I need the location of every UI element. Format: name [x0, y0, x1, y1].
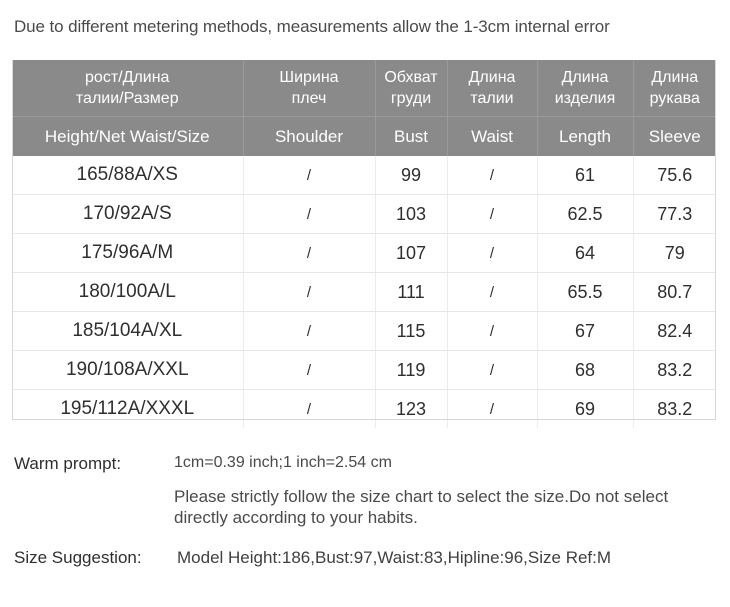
header-waist-ru: Длина талии: [447, 60, 538, 117]
cell-bust: 123: [375, 389, 448, 428]
header-line-1: Ширина: [279, 69, 339, 86]
header-line-1: Длина: [561, 69, 609, 86]
header-bust-en: Bust: [375, 116, 448, 156]
header-line-2: плеч: [291, 90, 327, 107]
size-chart-instruction: Please strictly follow the size chart to…: [174, 487, 669, 527]
unit-conversion-text: 1cm=0.39 inch;1 inch=2.54 cm: [174, 454, 392, 471]
header-line-1: Длина: [651, 69, 699, 86]
cell-shoulder: /: [243, 156, 376, 195]
cell-length: 61: [537, 156, 634, 195]
cell-size: 165/88A/XS: [12, 156, 244, 195]
footer-notes: Warm prompt: 1cm=0.39 inch;1 inch=2.54 c…: [14, 452, 730, 570]
table-row: 165/88A/XS / 99 / 61 75.6: [12, 156, 716, 195]
cell-length: 68: [537, 350, 634, 390]
cell-waist: /: [447, 194, 538, 234]
table-row: 175/96A/M / 107 / 64 79: [12, 233, 716, 273]
cell-shoulder: /: [243, 194, 376, 234]
header-line-1: рост/Длина: [85, 69, 170, 86]
table-header-row-english: Height/Net Waist/Size Shoulder Bust Wais…: [12, 116, 716, 156]
header-shoulder-en: Shoulder: [243, 116, 376, 156]
size-suggestion-row: Size Suggestion: Model Height:186,Bust:9…: [14, 546, 730, 570]
header-line-1: Длина: [468, 69, 516, 86]
cell-size: 180/100A/L: [12, 272, 244, 312]
table-row: 170/92A/S / 103 / 62.5 77.3: [12, 194, 716, 234]
header-line-2: талии/Размер: [75, 90, 179, 107]
cell-length: 64: [537, 233, 634, 273]
header-line-1: Обхват: [384, 69, 438, 86]
warm-prompt-row: Warm prompt: 1cm=0.39 inch;1 inch=2.54 c…: [14, 452, 730, 476]
cell-sleeve: 77.3: [633, 194, 716, 234]
cell-shoulder: /: [243, 311, 376, 351]
cell-size: 190/108A/XXL: [12, 350, 244, 390]
header-sleeve-ru: Длина рукава: [633, 60, 716, 117]
cell-bust: 111: [375, 272, 448, 312]
cell-sleeve: 80.7: [633, 272, 716, 312]
header-sleeve-en: Sleeve: [633, 116, 716, 156]
table-row: 190/108A/XXL / 119 / 68 83.2: [12, 350, 716, 390]
cell-length: 62.5: [537, 194, 634, 234]
cell-shoulder: /: [243, 233, 376, 273]
header-waist-en: Waist: [447, 116, 538, 156]
cell-sleeve: 83.2: [633, 389, 716, 428]
cell-waist: /: [447, 389, 538, 428]
header-height-waist-size-ru: рост/Длина талии/Размер: [12, 60, 244, 117]
cell-bust: 99: [375, 156, 448, 195]
cell-size: 195/112A/XXXL: [12, 389, 244, 428]
cell-length: 67: [537, 311, 634, 351]
header-line-2: талии: [470, 90, 514, 107]
header-height-waist-size-en: Height/Net Waist/Size: [12, 116, 244, 156]
cell-shoulder: /: [243, 389, 376, 428]
cell-waist: /: [447, 350, 538, 390]
cell-waist: /: [447, 156, 538, 195]
size-suggestion-value: Model Height:186,Bust:97,Waist:83,Hiplin…: [177, 548, 612, 567]
header-length-ru: Длина изделия: [537, 60, 634, 117]
table-row: 195/112A/XXXL / 123 / 69 83.2: [12, 389, 716, 428]
cell-sleeve: 83.2: [633, 350, 716, 390]
size-chart-table: рост/Длина талии/Размер Ширина плеч Обхв…: [12, 60, 716, 428]
cell-sleeve: 79: [633, 233, 716, 273]
cell-size: 185/104A/XL: [12, 311, 244, 351]
table-header-row-russian: рост/Длина талии/Размер Ширина плеч Обхв…: [12, 60, 716, 117]
table-row: 185/104A/XL / 115 / 67 82.4: [12, 311, 716, 351]
cell-waist: /: [447, 311, 538, 351]
cell-shoulder: /: [243, 350, 376, 390]
header-line-2: рукава: [649, 90, 700, 107]
cell-bust: 119: [375, 350, 448, 390]
cell-length: 69: [537, 389, 634, 428]
cell-shoulder: /: [243, 272, 376, 312]
cell-size: 175/96A/M: [12, 233, 244, 273]
cell-size: 170/92A/S: [12, 194, 244, 234]
warm-prompt-label: Warm prompt:: [14, 454, 122, 473]
cell-bust: 115: [375, 311, 448, 351]
cell-sleeve: 75.6: [633, 156, 716, 195]
cell-bust: 103: [375, 194, 448, 234]
header-line-2: изделия: [554, 90, 616, 107]
header-length-en: Length: [537, 116, 634, 156]
cell-sleeve: 82.4: [633, 311, 716, 351]
cell-waist: /: [447, 272, 538, 312]
measurement-notice: Due to different metering methods, measu…: [14, 17, 610, 36]
size-chart-body: 165/88A/XS / 99 / 61 75.6 170/92A/S / 10…: [12, 156, 716, 428]
header-shoulder-ru: Ширина плеч: [243, 60, 376, 117]
cell-bust: 107: [375, 233, 448, 273]
size-suggestion-label: Size Suggestion:: [14, 548, 142, 567]
table-row: 180/100A/L / 111 / 65.5 80.7: [12, 272, 716, 312]
cell-length: 65.5: [537, 272, 634, 312]
cell-waist: /: [447, 233, 538, 273]
header-line-2: груди: [390, 90, 432, 107]
header-bust-ru: Обхват груди: [375, 60, 448, 117]
